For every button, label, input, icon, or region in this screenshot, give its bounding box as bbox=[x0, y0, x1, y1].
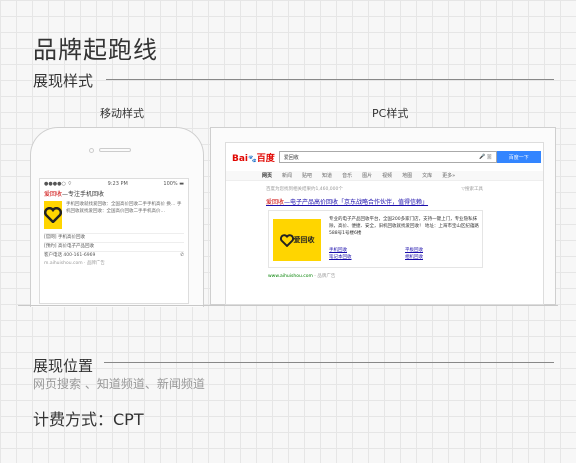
tab-music[interactable]: 音乐 bbox=[342, 172, 352, 179]
tab-map[interactable]: 地图 bbox=[402, 172, 412, 179]
display-style-heading: 展现样式 bbox=[33, 72, 94, 90]
tab-zhidao[interactable]: 知道 bbox=[322, 172, 332, 179]
brand-logo bbox=[44, 201, 62, 229]
pc-ad-title-highlight: 爱回收 bbox=[266, 199, 285, 206]
sitelink-phone-recycle[interactable]: 手机回收 bbox=[329, 247, 405, 254]
sitelink-laptop-recycle[interactable]: 笔记本回收 bbox=[329, 254, 405, 261]
pc-sitelinks: 手机回收 平板回收 笔记本回收 相机回收 bbox=[329, 247, 481, 261]
heart-icon bbox=[279, 233, 294, 247]
search-tools[interactable]: ▽搜索工具 bbox=[462, 186, 483, 192]
brand-logo-text: 爱回收 bbox=[293, 236, 315, 244]
phone-icon: ✆ bbox=[180, 253, 184, 258]
search-tabs: 网页 新闻 贴吧 知道 音乐 图片 视频 地图 文库 更多» bbox=[226, 171, 543, 181]
baidu-logo-text: Bai bbox=[232, 153, 249, 164]
result-count: 百度为您找到相关结果约1,460,000个 bbox=[266, 187, 343, 192]
mobile-ad-description: 手机回收就找爱回收：全国高价回收二手手机高价 换… 手机回收就找爱回收：全国高价… bbox=[66, 202, 182, 214]
mobile-screen: ●●●●○ ⌔ 9:23 PM 100% ▬ 爱回收—专注手机回收 手机回收就找… bbox=[39, 178, 189, 304]
tab-more[interactable]: 更多» bbox=[442, 172, 455, 179]
mobile-ad-title-rest: —专注手机回收 bbox=[62, 191, 105, 198]
mobile-style-label: 移动样式 bbox=[100, 107, 144, 120]
microphone-icon camera-icon[interactable]: 🎤 ◙ bbox=[479, 154, 492, 160]
tab-wenku[interactable]: 文库 bbox=[422, 172, 432, 179]
brand-logo[interactable]: 爱回收 bbox=[273, 219, 321, 261]
mobile-ad-result[interactable]: 爱回收—专注手机回收 手机回收就找爱回收：全国高价回收二手手机高价 换… 手机回… bbox=[44, 191, 184, 268]
pc-ad-description: 专业的电子产品回收平台，全国200多家门店，支持一键上门，专业隐私抹除，高价、便… bbox=[329, 217, 479, 236]
pc-ad-url-text: www.aihuishou.com bbox=[268, 274, 313, 279]
tab-news[interactable]: 新闻 bbox=[282, 172, 292, 179]
baidu-logo-cn: 百度 bbox=[256, 153, 275, 164]
billing-method: 计费方式：CPT bbox=[33, 410, 144, 429]
phone-speaker bbox=[99, 148, 131, 152]
battery-icon: 100% ▬ bbox=[163, 181, 184, 187]
mobile-status-bar: ●●●●○ ⌔ 9:23 PM 100% ▬ bbox=[40, 179, 188, 189]
pc-screen: Bai🐾百度 爱回收 🎤 ◙ 百度一下 网页 新闻 贴吧 知道 音乐 图片 视频… bbox=[225, 142, 544, 305]
search-input[interactable]: 爱回收 🎤 ◙ bbox=[278, 151, 497, 163]
mobile-sitelink[interactable]: [预约] 高价电子产品回收 bbox=[44, 242, 184, 251]
pc-ad-tag: - 品牌广告 bbox=[312, 274, 336, 279]
pc-ad-card: 爱回收 专业的电子产品回收平台，全国200多家门店，支持一键上门，专业隐私抹除，… bbox=[268, 210, 483, 268]
status-time: 9:23 PM bbox=[107, 181, 128, 187]
mobile-phone-number: 客户电话 400-161-6969 bbox=[44, 253, 96, 258]
search-button[interactable]: 百度一下 bbox=[496, 151, 541, 163]
display-channels: 网页搜索 、知道频道、新闻频道 bbox=[33, 377, 205, 391]
tab-tieba[interactable]: 贴吧 bbox=[302, 172, 312, 179]
mobile-ad-title-highlight: 爱回收 bbox=[44, 191, 63, 198]
display-position-divider bbox=[104, 362, 554, 363]
device-baseline bbox=[18, 305, 558, 306]
baidu-logo: Bai🐾百度 bbox=[232, 151, 275, 164]
display-position-heading: 展现位置 bbox=[33, 357, 94, 375]
pc-ad-title[interactable]: 爱回收—电子产品高价回收「京东战略合作伙伴，值得信赖」 bbox=[266, 197, 428, 206]
mobile-ad-url: m.aihuishou.com · 品牌广告 bbox=[44, 261, 105, 266]
pc-search-bar: Bai🐾百度 爱回收 🎤 ◙ 百度一下 bbox=[226, 147, 543, 167]
mobile-ad-title[interactable]: 爱回收—专注手机回收 bbox=[44, 191, 184, 199]
mobile-sitelink[interactable]: [官网] 手机高价回收 bbox=[44, 233, 184, 242]
display-style-divider bbox=[106, 79, 554, 80]
signal-icon: ●●●●○ ⌔ bbox=[44, 181, 73, 187]
heart-icon bbox=[44, 207, 62, 223]
mobile-phone-row[interactable]: 客户电话 400-161-6969 ✆ bbox=[44, 251, 184, 260]
tab-web[interactable]: 网页 bbox=[262, 172, 272, 179]
tab-video[interactable]: 视频 bbox=[382, 172, 392, 179]
pc-ad-title-rest: —电子产品高价回收「京东战略合作伙伴，值得信赖」 bbox=[284, 199, 429, 206]
phone-camera bbox=[89, 148, 94, 153]
pc-ad-url: www.aihuishou.com - 品牌广告 bbox=[268, 273, 335, 279]
tab-images[interactable]: 图片 bbox=[362, 172, 372, 179]
sitelink-camera-recycle[interactable]: 相机回收 bbox=[405, 254, 481, 261]
page-title: 品牌起跑线 bbox=[33, 36, 158, 64]
search-query: 爱回收 bbox=[283, 155, 299, 161]
paw-icon: 🐾 bbox=[248, 154, 257, 163]
sitelink-tablet-recycle[interactable]: 平板回收 bbox=[405, 247, 481, 254]
pc-style-label: PC样式 bbox=[372, 107, 409, 120]
